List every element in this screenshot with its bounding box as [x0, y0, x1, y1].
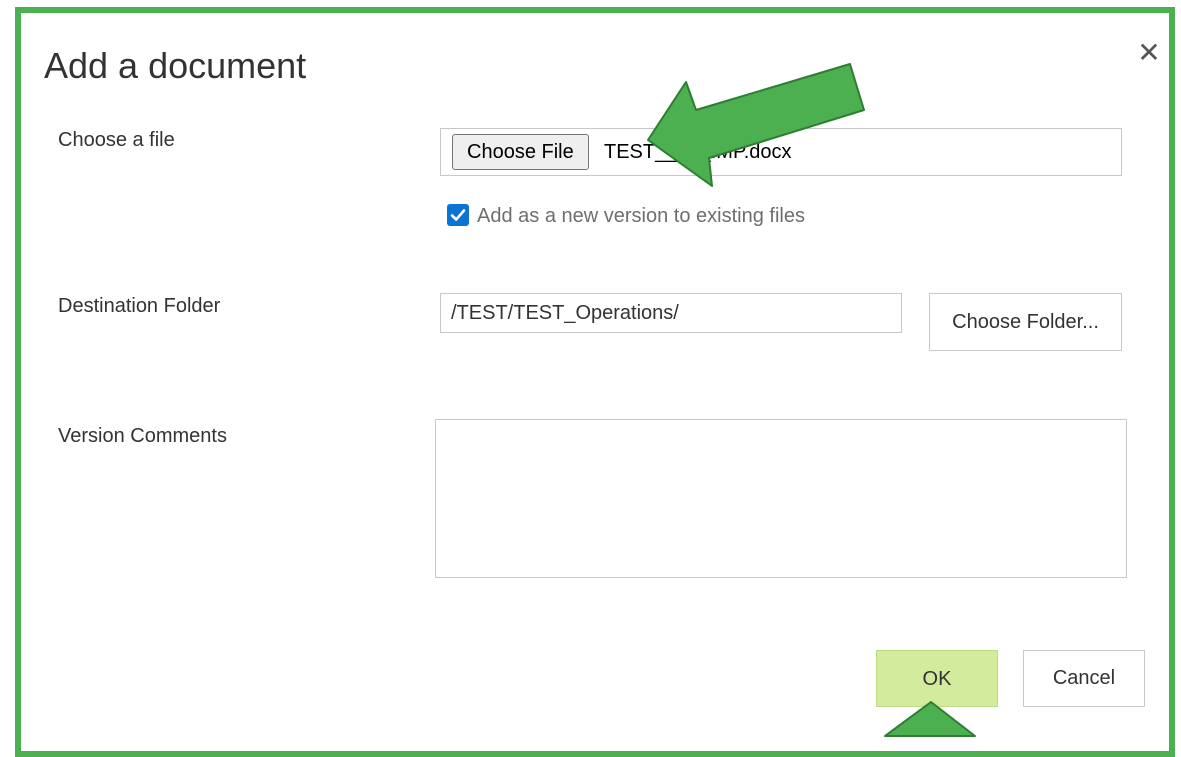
close-icon[interactable]: ✕	[1136, 38, 1162, 68]
choose-folder-button[interactable]: Choose Folder...	[929, 293, 1122, 351]
destination-folder-input[interactable]: /TEST/TEST_Operations/	[440, 293, 902, 333]
dialog-title: Add a document	[44, 45, 307, 86]
ok-button[interactable]: OK	[876, 650, 998, 707]
selected-file-name: TEST_____IMP.docx	[604, 141, 792, 163]
file-input[interactable]: Choose File TEST_____IMP.docx	[440, 128, 1122, 176]
annotation-frame	[15, 7, 1175, 757]
checkmark-icon	[450, 209, 466, 221]
destination-folder-label: Destination Folder	[58, 295, 221, 317]
add-version-checkbox[interactable]	[447, 204, 469, 226]
choose-file-button[interactable]: Choose File	[452, 134, 589, 170]
version-comments-textarea[interactable]	[435, 419, 1127, 578]
choose-file-label: Choose a file	[58, 129, 175, 151]
cancel-button[interactable]: Cancel	[1023, 650, 1145, 707]
add-version-label: Add as a new version to existing files	[477, 205, 805, 227]
version-comments-label: Version Comments	[58, 425, 227, 447]
